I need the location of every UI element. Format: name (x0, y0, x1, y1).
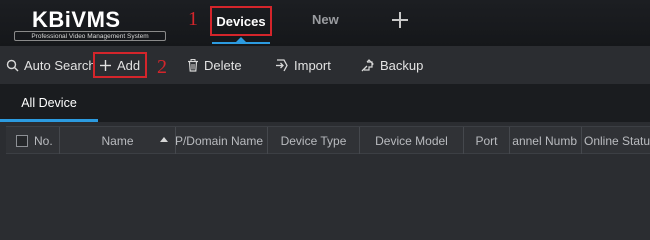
active-subtab-underline (0, 119, 98, 122)
select-all-checkbox[interactable] (16, 135, 28, 147)
column-header-online-status[interactable]: Online Status (582, 127, 650, 154)
column-header-port[interactable]: Port (464, 127, 510, 154)
column-header-channel-number[interactable]: annel Numb (510, 127, 582, 154)
column-header-no[interactable]: No. (6, 127, 60, 154)
device-table-header: No. Name P/Domain Name Device Type Devic… (6, 126, 650, 154)
column-channel-number-label: annel Numb (512, 133, 577, 148)
search-icon (6, 59, 19, 71)
active-tab-underline (212, 42, 270, 44)
column-name-label: Name (101, 133, 134, 148)
device-subtab-bar: All Device (0, 84, 650, 122)
import-button[interactable]: Import (275, 54, 331, 76)
logo-wordmark: KBiVMS (32, 7, 121, 33)
auto-search-label: Auto Search (24, 57, 96, 73)
column-header-device-type[interactable]: Device Type (268, 127, 360, 154)
plus-icon (392, 12, 408, 28)
column-device-model-label: Device Model (375, 133, 448, 148)
delete-button[interactable]: Delete (187, 54, 242, 76)
kbivms-logo: KBiVMS Professional Video Management Sys… (14, 6, 170, 42)
device-toolbar: Auto Search Add 2 Delete Import Backup (0, 46, 650, 84)
column-ip-domain-label: P/Domain Name (176, 133, 263, 148)
sort-ascending-icon[interactable] (160, 137, 168, 142)
column-no-label: No. (34, 133, 53, 148)
trash-icon (188, 58, 198, 72)
backup-button[interactable]: Backup (361, 54, 423, 76)
step-1-annotation: 1 (188, 8, 198, 30)
step-2-annotation: 2 (157, 56, 167, 78)
column-port-label: Port (475, 133, 498, 148)
column-header-ip-domain[interactable]: P/Domain Name (176, 127, 268, 154)
add-device-button[interactable]: Add (99, 54, 140, 76)
backup-label: Backup (380, 57, 424, 73)
tab-devices-label: Devices (216, 13, 266, 29)
column-header-name[interactable]: Name (60, 127, 176, 154)
column-device-type-label: Device Type (280, 133, 347, 148)
tab-new[interactable]: New (312, 12, 339, 30)
tab-devices[interactable]: Devices (210, 6, 272, 36)
import-icon (276, 58, 288, 71)
logo-ivms: iVMS (64, 7, 121, 32)
column-online-status-label: Online Status (584, 133, 650, 148)
device-table-body (6, 154, 650, 238)
add-label: Add (117, 57, 141, 73)
backup-icon (361, 58, 374, 71)
column-header-device-model[interactable]: Device Model (360, 127, 464, 154)
auto-search-button[interactable]: Auto Search (6, 54, 96, 76)
plus-icon (100, 59, 111, 71)
top-header: KBiVMS Professional Video Management Sys… (0, 0, 650, 46)
add-tab-button[interactable] (388, 8, 412, 32)
tab-all-device[interactable]: All Device (0, 84, 98, 122)
logo-tagline: Professional Video Management System (14, 31, 166, 41)
delete-label: Delete (204, 57, 242, 73)
import-label: Import (294, 57, 331, 73)
tab-all-device-label: All Device (21, 96, 77, 110)
logo-kb: KB (32, 7, 65, 32)
